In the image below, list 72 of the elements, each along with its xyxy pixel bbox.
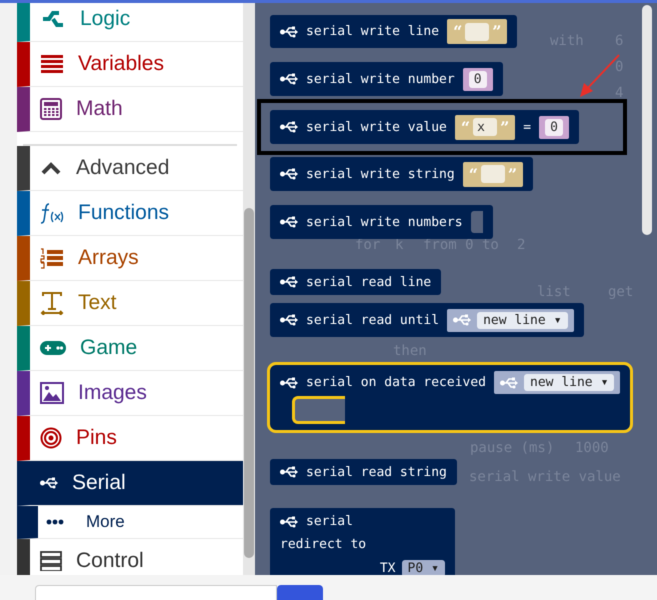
block-label: serial read string: [306, 464, 447, 480]
numbered-list-icon: [40, 247, 64, 269]
usb-icon: [453, 314, 472, 326]
lines-icon: [40, 54, 64, 74]
calculator-icon: [40, 98, 62, 120]
block-label: serial write line: [306, 24, 440, 39]
usb-icon: [280, 466, 298, 478]
block-label: serial write string: [306, 166, 455, 182]
block-label: serial read until: [306, 312, 440, 328]
usb-icon: [280, 73, 298, 85]
usb-icon: [280, 168, 298, 180]
advanced-toggle[interactable]: Advanced: [17, 146, 243, 191]
block-label: serial write value: [306, 120, 447, 134]
block-label: serial: [306, 514, 353, 529]
search-button[interactable]: [277, 585, 323, 600]
empty-slot: [470, 211, 483, 233]
pin-dropdown[interactable]: P0 ▾: [402, 560, 445, 575]
reporter-block[interactable]: serial read string: [270, 459, 457, 485]
code-block[interactable]: serial write string “ ”: [270, 157, 534, 191]
dropdown-block[interactable]: new line ▾: [494, 371, 620, 394]
category-item[interactable]: Functions: [17, 191, 243, 236]
logic-icon: [40, 9, 66, 29]
reporter-block[interactable]: serial read line: [270, 269, 442, 295]
function-icon: [40, 202, 64, 224]
usb-icon: [280, 276, 298, 288]
server-icon: [40, 551, 62, 571]
dropdown-block[interactable]: new line ▾: [447, 308, 574, 332]
usb-icon: [280, 516, 298, 528]
usb-icon: [280, 376, 298, 388]
subcategory-item[interactable]: More: [17, 506, 243, 539]
search-field[interactable]: [35, 585, 277, 600]
category-item[interactable]: Arrays: [17, 236, 243, 281]
code-block[interactable]: serial write value “ x ” = 0: [270, 110, 579, 144]
code-block[interactable]: serial write number 0: [270, 62, 503, 96]
category-item[interactable]: Math: [17, 87, 243, 132]
category-item[interactable]: Images: [17, 371, 243, 416]
usb-icon: [40, 477, 58, 489]
block-label: serial on data received: [306, 375, 486, 390]
block-label: serial write numbers: [306, 214, 463, 230]
gamepad-icon: [40, 340, 66, 356]
chevron-up-icon: [40, 161, 62, 175]
scrollbar[interactable]: [243, 3, 255, 575]
block-label: serial write number: [306, 72, 455, 86]
target-icon: [40, 427, 62, 449]
number-input[interactable]: 0: [468, 70, 487, 88]
block-label: =: [523, 120, 532, 134]
text-icon: [40, 291, 64, 315]
statement-slot: [292, 396, 345, 424]
category-item[interactable]: Serial: [17, 461, 243, 506]
image-icon: [40, 382, 64, 404]
usb-icon: [280, 314, 298, 326]
block-label: redirect to: [280, 537, 368, 552]
category-item[interactable]: Pins: [17, 416, 243, 461]
category-item[interactable]: Logic: [17, 3, 243, 42]
usb-icon: [280, 26, 298, 38]
usb-icon: [280, 216, 298, 228]
dots-icon: [46, 519, 64, 525]
string-input[interactable]: “ x ”: [454, 114, 516, 140]
usb-icon: [280, 121, 298, 133]
category-item[interactable]: Game: [17, 326, 243, 371]
code-block[interactable]: serial write line “ ”: [270, 15, 518, 48]
event-block[interactable]: serial on data received new line ▾: [270, 365, 630, 430]
category-item[interactable]: Text: [17, 281, 243, 326]
scrollbar[interactable]: [642, 5, 652, 235]
usb-icon: [500, 376, 518, 388]
block-label: serial read line: [306, 274, 432, 290]
code-block[interactable]: serial write numbers: [270, 205, 493, 239]
block-label: TX: [380, 561, 396, 575]
code-block[interactable]: serial redirect to TX P0 ▾: [270, 508, 455, 575]
number-input[interactable]: 0: [545, 118, 563, 136]
reporter-block[interactable]: serial read until new line ▾: [270, 303, 584, 337]
category-item[interactable]: Variables: [17, 42, 243, 87]
